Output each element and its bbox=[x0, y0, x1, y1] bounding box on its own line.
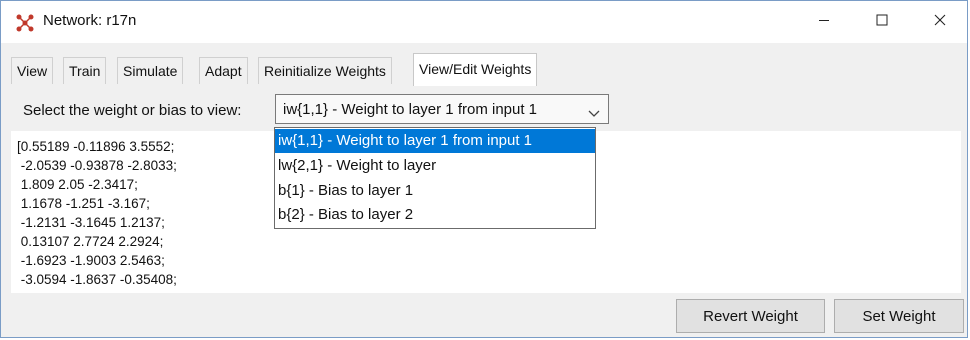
title-bar[interactable]: Network: r17n bbox=[1, 1, 967, 43]
weight-select-value: iw{1,1} - Weight to layer 1 from input 1 bbox=[283, 101, 538, 118]
option-lw-2-1[interactable]: lw{2,1} - Weight to layer bbox=[275, 154, 595, 178]
matrix-line: 0.13107 2.7724 2.2924; bbox=[17, 234, 164, 249]
tab-simulate[interactable]: Simulate bbox=[117, 57, 184, 84]
window-title: Network: r17n bbox=[43, 12, 137, 29]
network-icon bbox=[15, 13, 35, 33]
matrix-line: 1.809 2.05 -2.3417; bbox=[17, 177, 138, 192]
matrix-line: -3.0594 -1.8637 -0.35408; bbox=[17, 272, 177, 287]
matrix-line: 1.1678 -1.251 -3.167; bbox=[17, 196, 150, 211]
tab-train[interactable]: Train bbox=[63, 57, 107, 84]
matrix-line: -1.2131 -3.1645 1.2137; bbox=[17, 215, 165, 230]
minimize-icon bbox=[818, 13, 830, 31]
matrix-line: [0.55189 -0.11896 3.5552; bbox=[17, 139, 175, 154]
matrix-line: -1.6923 -1.9003 2.5463; bbox=[17, 253, 165, 268]
close-icon bbox=[934, 13, 946, 31]
tab-reinitialize-weights[interactable]: Reinitialize Weights bbox=[258, 57, 392, 84]
set-weight-button[interactable]: Set Weight bbox=[834, 299, 964, 333]
option-b-2[interactable]: b{2} - Bias to layer 2 bbox=[275, 203, 595, 227]
tab-bar: View Train Simulate Adapt Reinitialize W… bbox=[11, 53, 961, 86]
revert-weight-button[interactable]: Revert Weight bbox=[676, 299, 825, 333]
network-window: Network: r17n View Train Simulate Adapt … bbox=[0, 0, 968, 338]
maximize-button[interactable] bbox=[859, 1, 905, 43]
matrix-line: -2.0539 -0.93878 -2.8033; bbox=[17, 158, 177, 173]
weight-options-dropdown: iw{1,1} - Weight to layer 1 from input 1… bbox=[274, 127, 596, 229]
option-b-1[interactable]: b{1} - Bias to layer 1 bbox=[275, 179, 595, 203]
weight-select[interactable]: iw{1,1} - Weight to layer 1 from input 1 bbox=[275, 94, 609, 124]
tab-view[interactable]: View bbox=[11, 57, 54, 84]
weight-select-label: Select the weight or bias to view: bbox=[23, 102, 242, 119]
tab-view-edit-weights[interactable]: View/Edit Weights bbox=[413, 53, 538, 86]
tab-adapt[interactable]: Adapt bbox=[199, 57, 248, 84]
option-iw-1-1[interactable]: iw{1,1} - Weight to layer 1 from input 1 bbox=[275, 129, 595, 153]
close-button[interactable] bbox=[917, 1, 963, 43]
maximize-icon bbox=[876, 13, 888, 31]
minimize-button[interactable] bbox=[801, 1, 847, 43]
chevron-down-icon bbox=[588, 105, 600, 117]
